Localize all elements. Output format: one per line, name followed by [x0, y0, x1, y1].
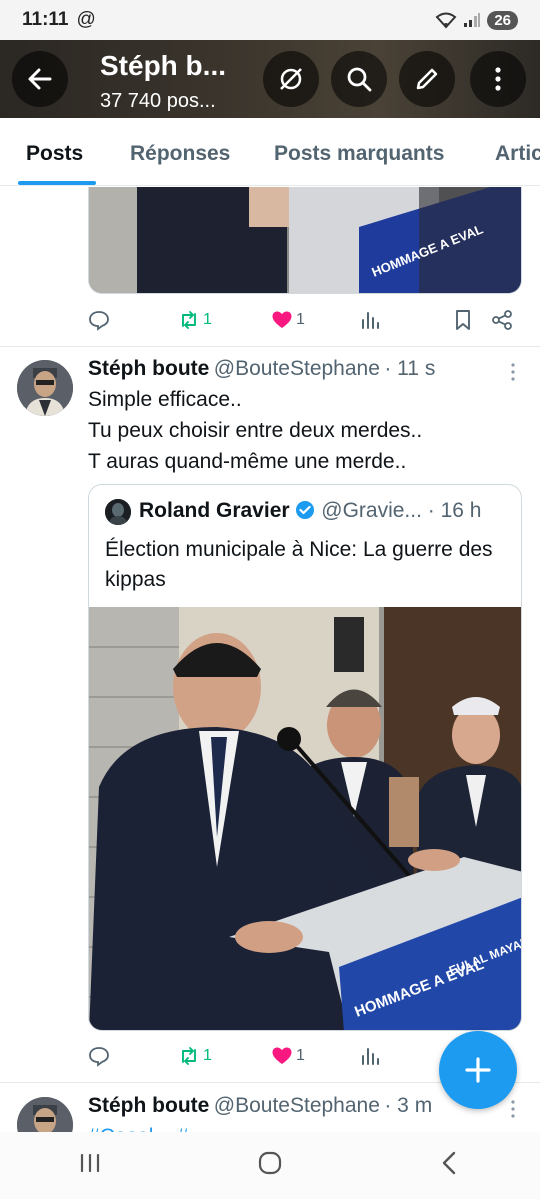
repost-count: 1	[203, 311, 212, 328]
post-text: Simple efficace.. Tu peux choisir entre …	[88, 384, 422, 477]
reply-button[interactable]	[88, 309, 110, 331]
more-vertical-icon	[511, 1100, 515, 1118]
repost-button[interactable]: 1	[178, 309, 212, 331]
post-actions: 1 1	[88, 309, 518, 339]
tab-indicator	[18, 181, 96, 185]
like-button[interactable]: 1	[271, 309, 305, 331]
profile-tabs: Posts Réponses Posts marquants Artic	[0, 118, 540, 186]
repost-button[interactable]: 1	[178, 1045, 212, 1067]
quote-header: Roland Gravier @Gravie... · 16 h	[139, 499, 481, 523]
author-handle[interactable]: @BouteStephane	[214, 357, 380, 380]
timeline[interactable]: HOMMAGE A EVAL 1 1 Stéph boute @BouteSte…	[0, 187, 540, 1132]
like-button[interactable]: 1	[271, 1045, 305, 1067]
tab-posts[interactable]: Posts	[26, 142, 83, 166]
header-post-count: 37 740 pos...	[100, 90, 216, 112]
compose-button[interactable]	[439, 1031, 517, 1109]
quote-text: Élection municipale à Nice: La guerre de…	[105, 538, 493, 591]
heart-icon	[272, 311, 292, 328]
grok-button[interactable]	[263, 51, 319, 107]
plus-icon	[465, 1057, 491, 1083]
author-handle[interactable]: @BouteStephane	[214, 1094, 380, 1117]
home-icon	[258, 1151, 282, 1175]
quote-author-name: Roland Gravier	[139, 499, 290, 522]
more-vertical-icon	[511, 363, 515, 381]
search-button[interactable]	[331, 51, 387, 107]
post-header: Stéph boute @BouteStephane · 3 m	[88, 1094, 432, 1118]
signal-icon	[464, 13, 481, 27]
quote-time: · 16 h	[427, 499, 482, 522]
post-text[interactable]: #Casel... #...	[88, 1121, 206, 1132]
chevron-left-icon	[442, 1151, 456, 1175]
heart-icon	[272, 1047, 292, 1064]
more-vertical-icon	[495, 67, 501, 91]
status-time: 11:11	[22, 9, 69, 30]
reply-icon	[89, 1047, 109, 1067]
pencil-icon	[416, 68, 438, 90]
quote-avatar	[105, 499, 131, 525]
status-right: 26	[435, 10, 518, 30]
recents-icon	[80, 1153, 100, 1173]
post-image[interactable]: HOMMAGE A EVAL	[88, 187, 522, 294]
views-icon	[362, 312, 379, 329]
post-menu-button[interactable]	[503, 1097, 523, 1121]
post-time: · 11 s	[384, 357, 436, 380]
system-nav-bar	[0, 1132, 540, 1199]
tab-replies[interactable]: Réponses	[130, 142, 230, 166]
views-button[interactable]	[360, 309, 382, 331]
more-button[interactable]	[470, 51, 526, 107]
post-divider	[0, 346, 540, 347]
repost-icon	[182, 311, 196, 329]
author-name[interactable]: Stéph boute	[88, 1094, 209, 1117]
quote-image[interactable]: HOMMAGE A EVAL EULAL MAYAL	[89, 607, 521, 1030]
avatar[interactable]	[17, 360, 73, 416]
author-name[interactable]: Stéph boute	[88, 357, 209, 380]
arrow-left-icon	[28, 68, 52, 90]
post-menu-button[interactable]	[503, 360, 523, 384]
post-header: Stéph boute @BouteStephane · 11 s	[88, 357, 435, 381]
back-button[interactable]	[12, 51, 68, 107]
home-button[interactable]	[256, 1149, 284, 1182]
bookmark-icon	[456, 310, 470, 330]
grok-icon	[280, 68, 302, 90]
repost-icon	[182, 1047, 196, 1065]
bookmark-button[interactable]	[452, 309, 474, 331]
edit-button[interactable]	[399, 51, 455, 107]
quoted-post[interactable]: Roland Gravier @Gravie... · 16 h Électio…	[88, 484, 522, 1031]
search-icon	[347, 67, 372, 92]
post-text-line: Simple efficace..	[88, 388, 242, 411]
tab-highlights[interactable]: Posts marquants	[274, 142, 444, 166]
share-button[interactable]	[491, 309, 513, 331]
tab-articles[interactable]: Artic	[495, 142, 540, 166]
reply-button[interactable]	[88, 1045, 110, 1067]
header-title: Stéph b...	[100, 50, 226, 81]
reply-icon	[89, 311, 109, 331]
at-icon: @	[76, 9, 96, 30]
profile-header: Stéph b... 37 740 pos...	[0, 40, 540, 118]
post-text-line: T auras quand-même une merde..	[88, 450, 407, 473]
views-button[interactable]	[360, 1045, 382, 1067]
avatar[interactable]	[17, 1097, 73, 1132]
post-time: · 3 m	[384, 1094, 433, 1117]
like-count: 1	[296, 1047, 305, 1064]
verified-badge-icon	[296, 501, 315, 519]
repost-count: 1	[203, 1047, 212, 1064]
status-bar: 11:11 @ 26	[0, 0, 540, 40]
share-icon	[492, 310, 512, 330]
quote-author-handle: @Gravie...	[321, 499, 422, 522]
battery-badge: 26	[487, 10, 518, 30]
back-nav-button[interactable]	[436, 1149, 464, 1182]
wifi-icon	[435, 12, 457, 29]
views-icon	[362, 1048, 379, 1065]
post-text-line: Tu peux choisir entre deux merdes..	[88, 419, 423, 442]
recents-button[interactable]	[76, 1149, 104, 1182]
like-count: 1	[296, 311, 305, 328]
